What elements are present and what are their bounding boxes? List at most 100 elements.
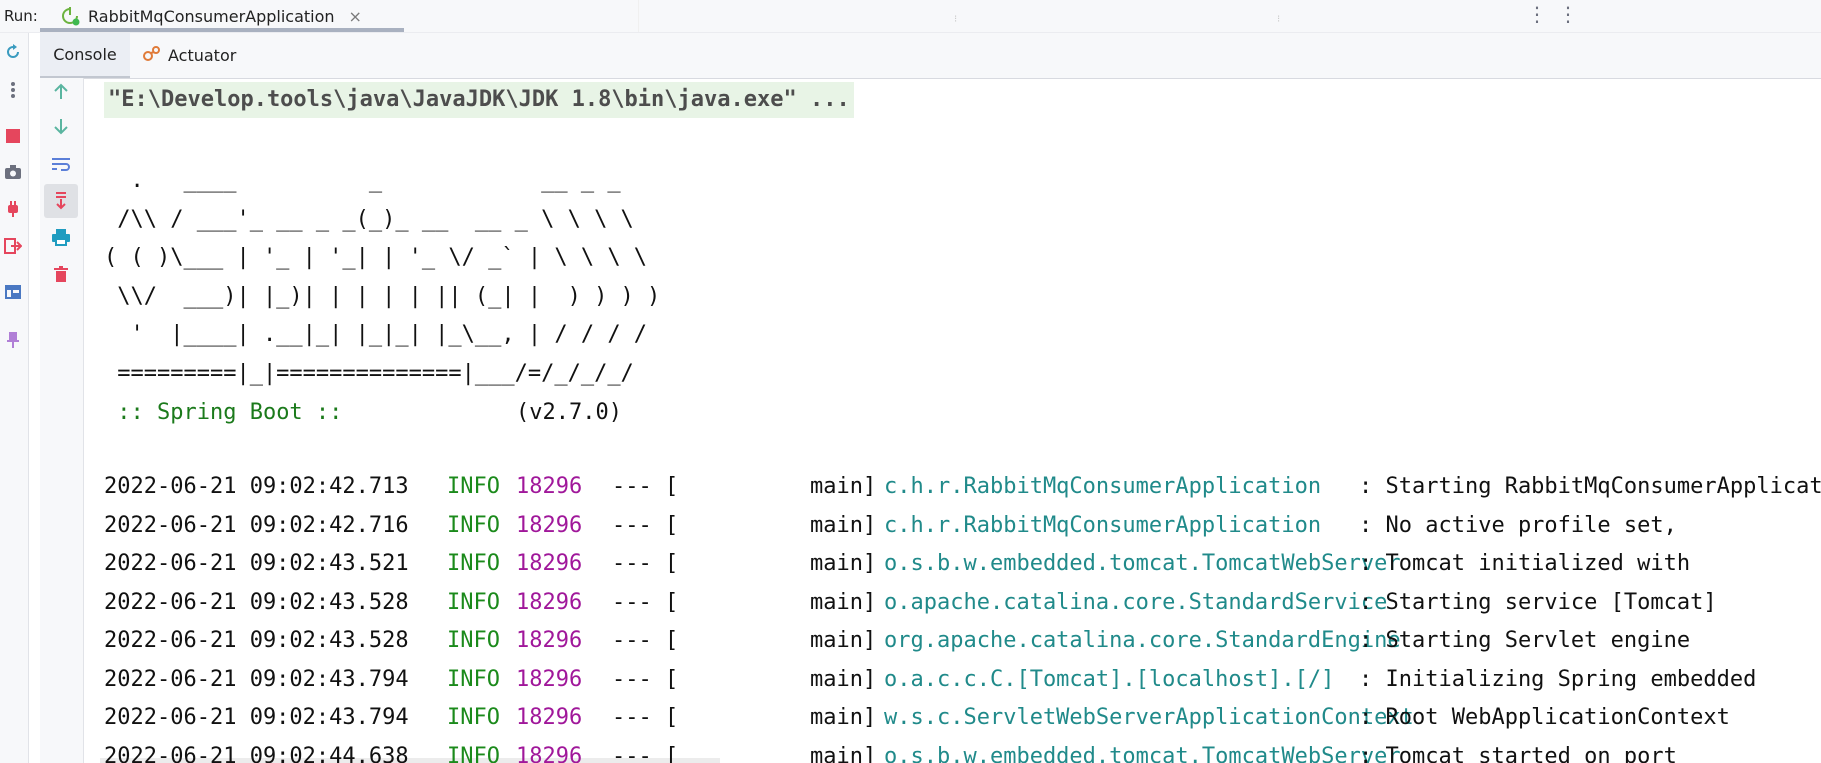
camera-icon[interactable] [2, 161, 24, 183]
stop-icon[interactable] [2, 125, 24, 147]
log-timestamp: 2022-06-21 09:02:43.794 [104, 666, 409, 692]
header-divider [638, 0, 639, 32]
spring-boot-version: (v2.7.0) [516, 400, 622, 425]
log-message: : Starting service [Tomcat] [1359, 589, 1717, 615]
log-logger: o.s.b.w.embedded.tomcat.TomcatWebServer [884, 551, 1401, 576]
plug-icon[interactable] [2, 198, 24, 220]
log-line: 2022-06-21 09:02:43.794 INFO 18296 --- [… [104, 661, 1821, 700]
active-tab-indicator [40, 28, 404, 32]
log-thread: main] [810, 705, 877, 730]
spring-prefix [104, 400, 117, 425]
run-label: Run: [4, 7, 38, 25]
log-logger: o.apache.catalina.core.StandardService [884, 589, 1388, 615]
log-separator: --- [ [612, 705, 679, 730]
log-thread: main] [810, 743, 877, 763]
log-message: : Starting Servlet engine [1359, 628, 1691, 653]
log-level: INFO [447, 628, 500, 653]
log-level: INFO [447, 743, 500, 763]
log-message: : Root WebApplicationContext [1359, 705, 1730, 730]
log-timestamp: 2022-06-21 09:02:42.713 [104, 474, 409, 499]
log-logger: org.apache.catalina.core.StandardEngine [884, 628, 1401, 653]
log-level: INFO [447, 474, 500, 499]
log-thread: main] [810, 589, 877, 615]
more-options-icon[interactable]: ⋮ [1558, 4, 1578, 24]
log-line: 2022-06-21 09:02:42.713 INFO 18296 --- [… [104, 468, 1821, 507]
more-vert-icon[interactable] [2, 79, 24, 101]
log-pid: 18296 [516, 551, 583, 576]
log-timestamp: 2022-06-21 09:02:43.528 [104, 628, 409, 653]
print-icon[interactable] [50, 226, 72, 248]
run-toolwindow-header: Run: RabbitMqConsumerApplication × ⁝ ⁝ ⋮… [0, 0, 1821, 33]
log-line: 2022-06-21 09:02:43.794 INFO 18296 --- [… [104, 699, 1821, 738]
actuator-icon [142, 43, 162, 67]
log-timestamp: 2022-06-21 09:02:42.716 [104, 512, 409, 538]
spring-boot-version-line: :: Spring Boot :: (v2.7.0) [104, 394, 622, 433]
log-pid: 18296 [516, 666, 583, 692]
log-timestamp: 2022-06-21 09:02:43.794 [104, 705, 409, 730]
tab-actuator[interactable]: Actuator [138, 33, 240, 77]
log-message: : Tomcat started on port [1359, 743, 1677, 763]
down-arrow-icon[interactable] [50, 116, 72, 138]
log-separator: --- [ [612, 474, 679, 499]
log-message: : No active profile set, [1359, 512, 1677, 538]
pin-icon[interactable] [2, 329, 24, 351]
more-options-icon[interactable]: ⋮ [1527, 4, 1547, 24]
log-pid: 18296 [516, 474, 583, 499]
log-line: 2022-06-21 09:02:43.528 INFO 18296 --- [… [104, 584, 1821, 623]
scroll-to-end-icon[interactable] [44, 184, 78, 218]
run-config-title: RabbitMqConsumerApplication [88, 6, 335, 26]
drag-handle-icon[interactable]: ⁝ [954, 10, 957, 30]
close-tab-icon[interactable]: × [349, 7, 362, 26]
log-pid: 18296 [516, 743, 583, 763]
log-thread: main] [810, 551, 877, 576]
log-level: INFO [447, 705, 500, 730]
trash-icon[interactable] [50, 263, 72, 285]
log-thread: main] [810, 666, 877, 692]
log-logger: o.a.c.c.C.[Tomcat].[localhost].[/] [884, 666, 1335, 692]
log-message: : Initializing Spring embedded [1359, 666, 1757, 692]
exit-icon[interactable] [2, 235, 24, 257]
up-arrow-icon[interactable] [50, 80, 72, 102]
log-pid: 18296 [516, 589, 583, 615]
log-separator: --- [ [612, 551, 679, 576]
spring-boot-run-icon [60, 6, 80, 26]
log-separator: --- [ [612, 512, 679, 538]
log-line: 2022-06-21 09:02:43.528 INFO 18296 --- [… [104, 622, 1821, 661]
log-thread: main] [810, 512, 877, 538]
log-line: 2022-06-21 09:02:43.521 INFO 18296 --- [… [104, 545, 1821, 584]
tab-actuator-label: Actuator [168, 45, 237, 65]
log-pid: 18296 [516, 512, 583, 538]
log-separator: --- [ [612, 666, 679, 692]
log-timestamp: 2022-06-21 09:02:43.528 [104, 589, 409, 615]
log-separator: --- [ [612, 628, 679, 653]
log-logger: w.s.c.ServletWebServerApplicationContext [884, 705, 1414, 730]
drag-handle-icon[interactable]: ⁝ [1277, 10, 1280, 30]
log-level: INFO [447, 666, 500, 692]
log-timestamp: 2022-06-21 09:02:44.638 [104, 743, 409, 763]
log-level: INFO [447, 589, 500, 615]
log-separator: --- [ [612, 589, 679, 615]
run-left-toolbar [0, 33, 29, 763]
log-timestamp: 2022-06-21 09:02:43.521 [104, 551, 409, 576]
log-thread: main] [810, 628, 877, 653]
log-line: 2022-06-21 09:02:44.638 INFO 18296 --- [… [100, 738, 1821, 763]
spring-boot-label: :: Spring Boot :: [117, 400, 343, 425]
log-level: INFO [447, 551, 500, 576]
log-logger: c.h.r.RabbitMqConsumerApplication [884, 474, 1322, 499]
spring-banner: . ____ _ __ _ _ /\\ / ___'_ __ _ _(_)_ _… [104, 168, 661, 386]
tab-console-label: Console [53, 45, 117, 64]
log-message: : Starting RabbitMqConsumerApplication [1359, 474, 1821, 499]
log-pid: 18296 [516, 628, 583, 653]
tab-console[interactable]: Console [40, 33, 130, 78]
log-line: 2022-06-21 09:02:42.716 INFO 18296 --- [… [104, 507, 1821, 546]
log-thread: main] [810, 474, 877, 499]
log-separator: --- [ [612, 743, 679, 763]
log-lines: 2022-06-21 09:02:42.713 INFO 18296 --- [… [100, 468, 1821, 763]
run-subtabs: Console Actuator [40, 33, 1821, 79]
rerun-icon[interactable] [2, 41, 24, 63]
console-toolbar [40, 78, 84, 763]
soft-wrap-icon[interactable] [50, 153, 72, 175]
command-line: "E:\Develop.tools\java\JavaJDK\JDK 1.8\b… [104, 82, 854, 118]
console-output[interactable]: "E:\Develop.tools\java\JavaJDK\JDK 1.8\b… [84, 78, 1821, 763]
layout-icon[interactable] [2, 281, 24, 303]
